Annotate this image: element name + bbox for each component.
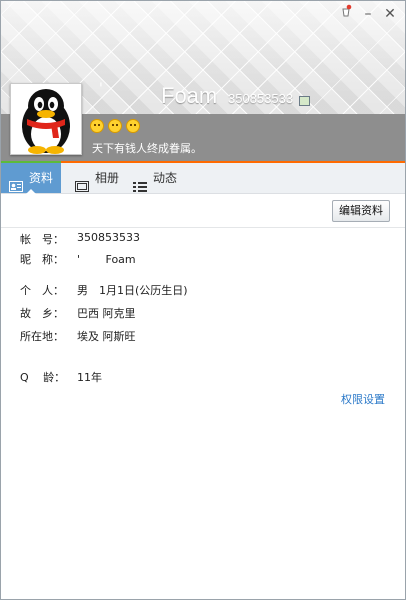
emoji-icon <box>108 119 122 133</box>
active-tab-pointer <box>26 189 36 194</box>
tab-bar: 资料 相册 动态 <box>1 163 405 194</box>
account-value[interactable]: 350853533 <box>77 231 140 247</box>
info-row-personal: 个 人： 男 1月1日(公历生日) <box>20 282 188 298</box>
hometown-value: 巴西 阿克里 <box>77 307 136 320</box>
info-row-nickname: 昵 称： ' Foam <box>20 251 136 267</box>
member-card-icon[interactable] <box>299 96 310 106</box>
avatar[interactable] <box>10 83 82 155</box>
personal-label: 个 人： <box>20 284 64 297</box>
close-button[interactable]: ✕ <box>381 4 399 24</box>
profile-header: – ✕ ' Foam 350853533 天下有钱人终成眷属。 <box>1 1 405 163</box>
status-emojis <box>90 119 140 133</box>
list-icon <box>133 173 147 192</box>
location-value: 埃及 阿斯旺 <box>77 330 136 343</box>
nickname-prefix: ' <box>99 81 103 97</box>
tab-profile[interactable]: 资料 <box>1 163 61 194</box>
nickname-label: 昵 称： <box>20 253 64 266</box>
location-label: 所在地： <box>20 330 64 343</box>
tab-feed-label: 动态 <box>153 171 178 185</box>
tab-feed[interactable]: 动态 <box>125 163 185 193</box>
divider <box>1 227 405 228</box>
nickname: Foam <box>161 83 218 108</box>
personal-signature[interactable]: 天下有钱人终成眷属。 <box>92 140 202 156</box>
qq-number: 350853533 <box>228 91 294 106</box>
info-row-location: 所在地： 埃及 阿斯旺 <box>20 328 136 344</box>
qq-age-value: 11年 <box>77 371 102 384</box>
hometown-label: 故 乡： <box>20 307 64 320</box>
emoji-icon <box>90 119 104 133</box>
info-row-qq-age: Q 龄： 11年 <box>20 369 102 385</box>
qq-age-label: Q 龄： <box>20 371 66 384</box>
info-row-account: 帐 号： 350853533 <box>20 231 140 247</box>
id-card-icon <box>9 173 23 192</box>
minimize-button[interactable]: – <box>359 4 377 24</box>
photo-icon <box>75 173 89 192</box>
emoji-icon <box>126 119 140 133</box>
edit-profile-button[interactable]: 编辑资料 <box>332 200 390 222</box>
tab-album-label: 相册 <box>95 171 120 185</box>
profile-window: – ✕ ' Foam 350853533 天下有钱人终成眷属。 资料 相册 动态… <box>0 0 406 600</box>
penguin-icon <box>11 84 81 154</box>
personal-value: 男 1月1日(公历生日) <box>77 284 188 297</box>
tab-album[interactable]: 相册 <box>67 163 127 193</box>
skin-icon[interactable] <box>337 4 355 24</box>
info-row-hometown: 故 乡： 巴西 阿克里 <box>20 305 136 321</box>
nickname-value: ' Foam <box>77 253 136 266</box>
permission-settings-link[interactable]: 权限设置 <box>341 391 385 407</box>
account-label: 帐 号： <box>20 233 64 246</box>
